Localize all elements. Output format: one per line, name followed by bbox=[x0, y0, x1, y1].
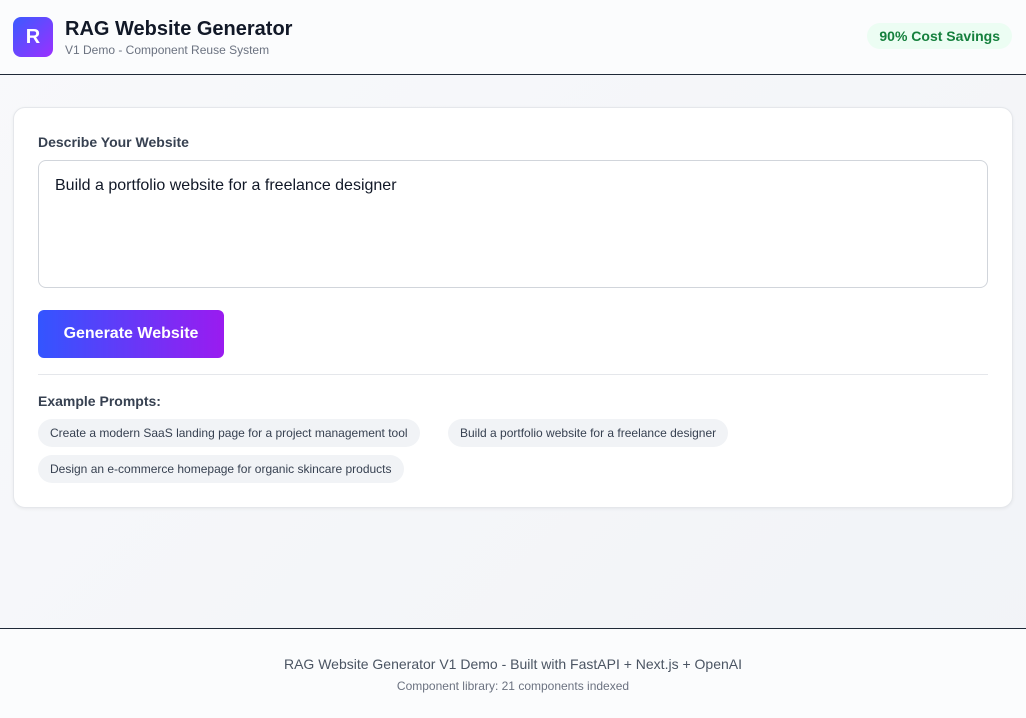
section-divider bbox=[38, 374, 988, 375]
generate-website-button[interactable]: Generate Website bbox=[38, 310, 224, 358]
website-description-input[interactable]: Build a portfolio website for a freelanc… bbox=[38, 160, 988, 288]
example-prompt-chip[interactable]: Create a modern SaaS landing page for a … bbox=[38, 419, 420, 447]
app-subtitle: V1 Demo - Component Reuse System bbox=[65, 43, 270, 57]
app-logo: R bbox=[13, 17, 53, 57]
cost-savings-badge: 90% Cost Savings bbox=[867, 23, 1012, 49]
app-title: RAG Website Generator bbox=[65, 18, 293, 40]
header-titles: RAG Website Generator V1 Demo - Componen… bbox=[65, 17, 292, 57]
example-prompt-chip[interactable]: Build a portfolio website for a freelanc… bbox=[448, 419, 729, 447]
app-header: R RAG Website Generator V1 Demo - Compon… bbox=[0, 0, 1026, 75]
footer-credits: RAG Website Generator V1 Demo - Built wi… bbox=[283, 656, 743, 672]
app-footer: RAG Website Generator V1 Demo - Built wi… bbox=[0, 628, 1026, 718]
example-prompt-chip[interactable]: Design an e-commerce homepage for organi… bbox=[38, 455, 404, 483]
example-prompts-label: Example Prompts: bbox=[38, 393, 161, 409]
footer-library-info: Component library: 21 components indexed bbox=[396, 679, 630, 693]
describe-website-label: Describe Your Website bbox=[38, 134, 189, 150]
generator-card: Describe Your Website Build a portfolio … bbox=[13, 107, 1013, 508]
